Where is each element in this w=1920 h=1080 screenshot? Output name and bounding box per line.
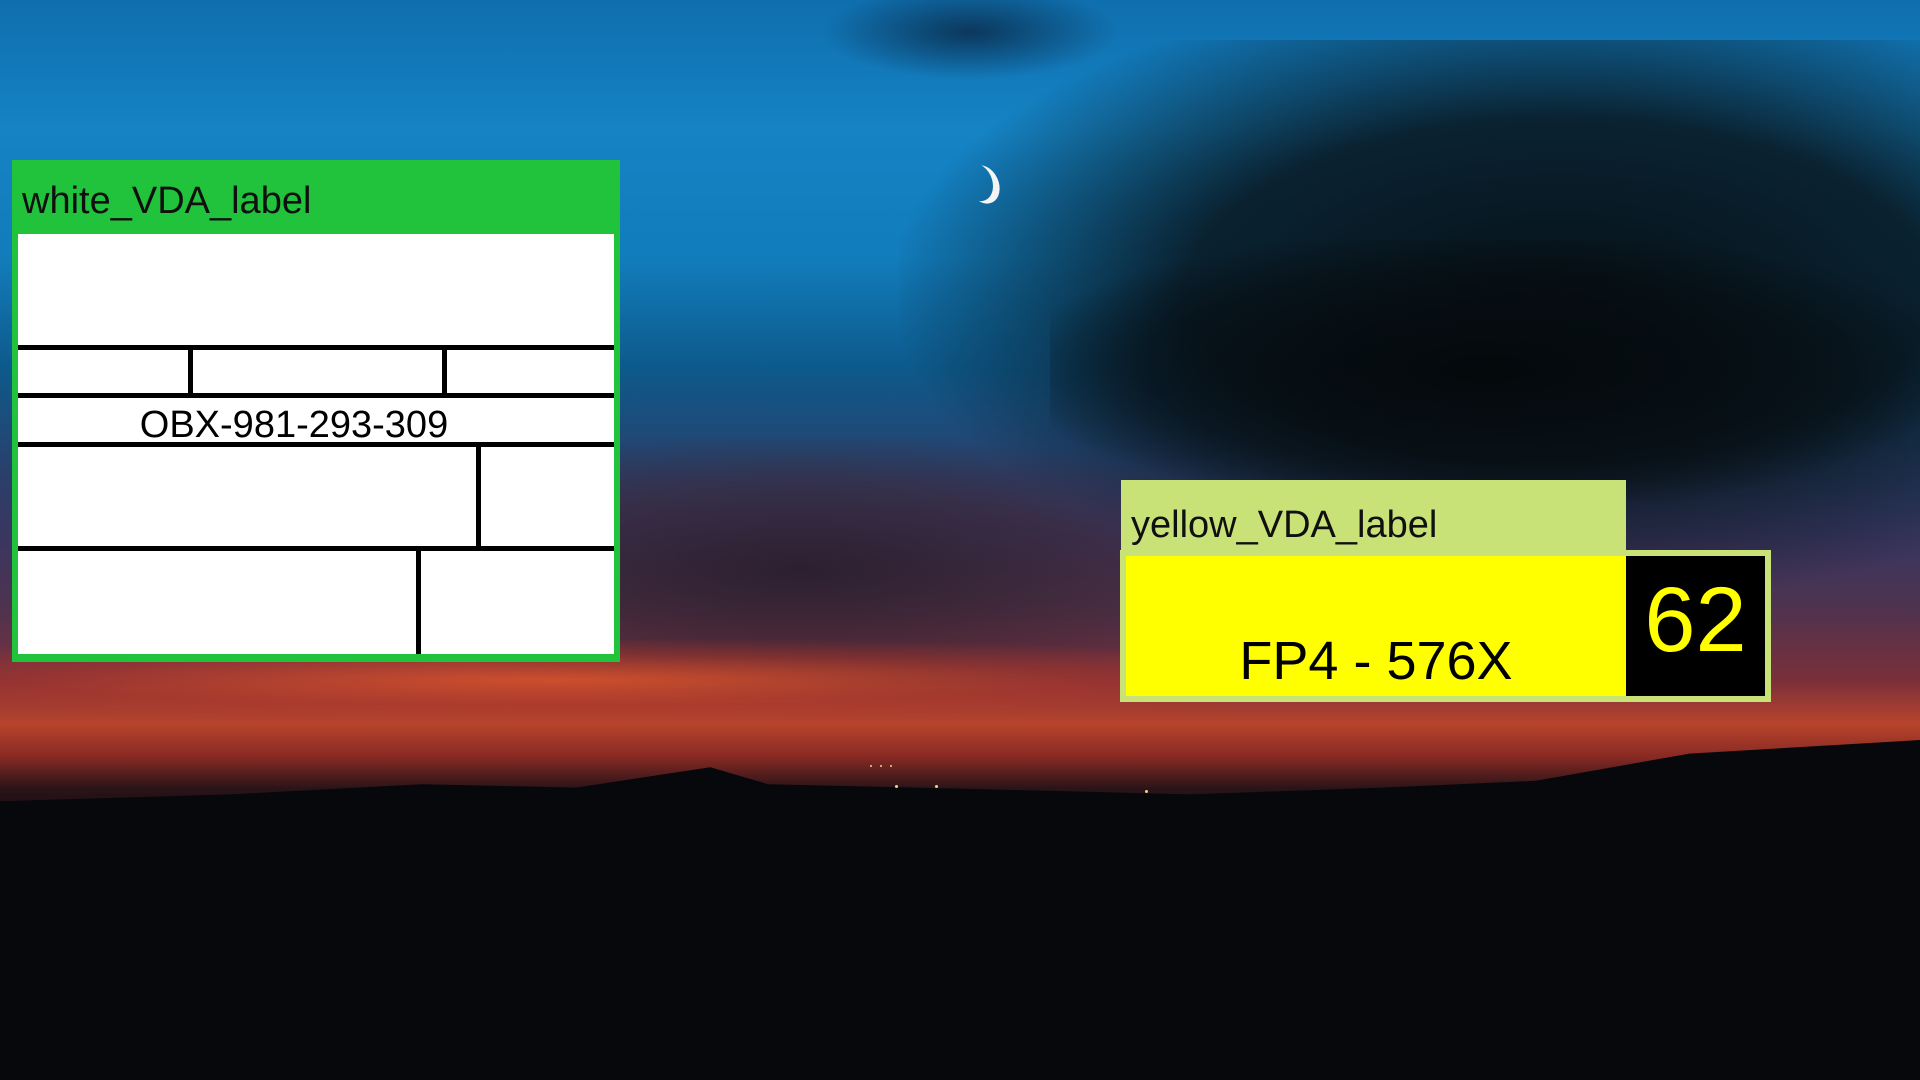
distant-light — [895, 785, 898, 788]
label-number: 62 — [1644, 569, 1747, 671]
distant-light — [935, 785, 938, 788]
white-vda-label-title: white_VDA_label — [22, 180, 312, 222]
distant-light — [880, 765, 882, 767]
label-id-text: OBX-981-293-309 — [139, 404, 449, 446]
label-divider — [18, 442, 614, 447]
label-divider — [18, 546, 614, 551]
distant-light — [890, 765, 892, 767]
white-vda-label-panel[interactable]: white_VDA_label OBX-981-293-309 — [12, 160, 620, 662]
yellow-vda-label: FP4 - 576X — [1126, 556, 1626, 696]
label-divider — [18, 393, 614, 398]
white-vda-label: OBX-981-293-309 — [18, 234, 614, 654]
label-divider — [442, 345, 447, 395]
distant-light — [870, 765, 872, 767]
label-divider — [188, 345, 193, 395]
label-divider — [476, 442, 481, 548]
label-divider — [18, 345, 614, 350]
distant-light — [1145, 790, 1148, 793]
yellow-vda-label-title-bar[interactable]: yellow_VDA_label — [1121, 480, 1626, 552]
number-box: 62 — [1626, 556, 1765, 696]
plate-text: FP4 - 576X — [1239, 631, 1513, 691]
yellow-vda-label-panel[interactable]: FP4 - 576X 62 — [1120, 550, 1771, 702]
label-divider — [416, 546, 421, 654]
yellow-vda-label-title: yellow_VDA_label — [1131, 504, 1438, 546]
